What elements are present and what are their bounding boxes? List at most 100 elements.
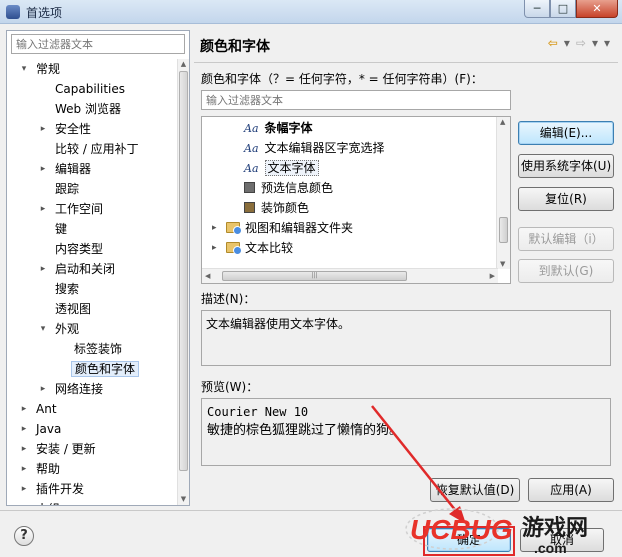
tree-item-label: 帮助 [36, 462, 61, 476]
restore-defaults-button[interactable]: 恢复默认值(D) [430, 478, 520, 502]
tree-item-label: Capabilities [55, 82, 125, 96]
description-box: 文本编辑器使用文本字体。 [201, 310, 611, 366]
collapsed-twisty-icon[interactable]: ▸ [38, 159, 48, 179]
font-icon: Aa [244, 122, 259, 135]
tree-item-label: 透视图 [55, 302, 92, 316]
tree-item-label: Ant [36, 402, 57, 416]
tree-item-label: 启动和关闭 [55, 262, 116, 276]
font-tree-item[interactable]: Aa 文本字体 [244, 158, 319, 178]
tree-item[interactable]: 标签装饰 [71, 339, 125, 359]
font-tree-item[interactable]: 装饰颜色 [244, 198, 309, 218]
help-icon[interactable]: ? [14, 526, 34, 546]
tree-item[interactable]: Capabilities [52, 79, 128, 99]
collapsed-twisty-icon[interactable]: ▸ [19, 499, 29, 505]
scroll-down-icon[interactable]: ▼ [500, 260, 505, 268]
tree-item-label: 常规 [36, 62, 61, 76]
font-tree-item[interactable]: ▸ 视图和编辑器文件夹 [212, 218, 353, 238]
tree-item[interactable]: ▸ 编辑器 [41, 159, 94, 179]
expanded-twisty-icon[interactable]: ▾ [38, 319, 48, 339]
tree-item[interactable]: 比较 / 应用补丁 [52, 139, 142, 159]
collapsed-twisty-icon[interactable]: ▸ [38, 199, 48, 219]
collapsed-twisty-icon[interactable]: ▸ [19, 479, 29, 499]
font-tree-item[interactable]: ▸ 文本比较 [212, 238, 293, 258]
collapsed-twisty-icon[interactable]: ▸ [38, 379, 48, 399]
page-title: 颜色和字体 [200, 39, 270, 55]
tree-item[interactable]: 透视图 [52, 299, 94, 319]
collapsed-twisty-icon[interactable]: ▸ [19, 419, 29, 439]
scroll-thumb[interactable]: ||| [222, 271, 407, 281]
apply-button[interactable]: 应用(A) [528, 478, 614, 502]
scroll-right-icon[interactable]: ▶ [490, 272, 495, 280]
minimize-button[interactable]: ─ [524, 0, 550, 18]
font-tree-item-label: 条幅字体 [264, 121, 313, 135]
collapsed-twisty-icon[interactable]: ▸ [38, 259, 48, 279]
expanded-twisty-icon[interactable]: ▾ [19, 59, 29, 79]
tree-item[interactable]: ▸ 安全性 [41, 119, 94, 139]
scroll-left-icon[interactable]: ◀ [205, 272, 210, 280]
forward-arrow-icon[interactable]: ⇨ [576, 36, 586, 50]
reset-button[interactable]: 复位(R) [518, 187, 614, 211]
tree-item-label: 安全性 [55, 122, 92, 136]
tree-item[interactable]: ▸ 帮助 [22, 459, 63, 479]
scroll-down-icon[interactable]: ▼ [178, 494, 189, 505]
collapsed-twisty-icon[interactable]: ▸ [38, 119, 48, 139]
color-swatch-icon [244, 182, 255, 193]
preview-font-name: Courier New 10 [207, 405, 309, 419]
tree-item[interactable]: ▸ 安装 / 更新 [22, 439, 99, 459]
tree-item-label: Java [36, 422, 62, 436]
back-menu-icon[interactable]: ▾ [564, 36, 570, 50]
collapsed-twisty-icon[interactable]: ▸ [19, 439, 29, 459]
collapsed-twisty-icon[interactable]: ▸ [212, 238, 217, 258]
use-system-font-button[interactable]: 使用系统字体(U) [518, 154, 614, 178]
edit-default-button[interactable]: 默认编辑（i） [518, 227, 614, 251]
tree-item-label: 键 [55, 222, 68, 236]
collapsed-twisty-icon[interactable]: ▸ [19, 399, 29, 419]
tree-item[interactable]: ▸ 工作空间 [41, 199, 106, 219]
tree-item[interactable]: 跟踪 [52, 179, 82, 199]
tree-item[interactable]: 搜索 [52, 279, 82, 299]
tree-filter-input[interactable] [11, 34, 185, 54]
font-tree-hscroll[interactable]: ◀ ||| ▶ [202, 268, 498, 283]
font-tree-item[interactable]: Aa 文本编辑器区字宽选择 [244, 138, 385, 158]
window-controls: ─ □ ✕ [524, 0, 618, 18]
back-arrow-icon[interactable]: ⇦ [548, 36, 558, 50]
preview-sample-text: 敏捷的棕色狐狸跳过了懒惰的狗。 [207, 423, 403, 438]
tree-item[interactable]: 颜色和字体 [71, 359, 140, 379]
scroll-thumb[interactable] [499, 217, 508, 243]
font-tree-item-label: 预选信息颜色 [261, 181, 334, 195]
forward-menu-icon[interactable]: ▾ [592, 36, 598, 50]
edit-button[interactable]: 编辑(E)... [518, 121, 614, 145]
tree-item[interactable]: ▸ 小组 [22, 499, 63, 505]
tree-item-label: 网络连接 [55, 382, 104, 396]
close-button[interactable]: ✕ [576, 0, 618, 18]
scroll-up-icon[interactable]: ▲ [500, 118, 505, 126]
view-menu-icon[interactable]: ▾ [604, 36, 610, 50]
tree-item[interactable]: ▸ 插件开发 [22, 479, 87, 499]
maximize-button[interactable]: □ [550, 0, 576, 18]
folder-icon [226, 242, 242, 255]
collapsed-twisty-icon[interactable]: ▸ [212, 218, 217, 238]
tree-item-label: 小组 [33, 502, 63, 505]
tree-item[interactable]: 键 [52, 219, 70, 239]
tree-scrollbar[interactable]: ▲ ▼ [177, 59, 189, 505]
tree-item-label: 外观 [55, 322, 80, 336]
scroll-up-icon[interactable]: ▲ [178, 59, 189, 70]
font-tree-item[interactable]: 预选信息颜色 [244, 178, 333, 198]
goto-default-button[interactable]: 到默认(G) [518, 259, 614, 283]
tree-item[interactable]: ▸ Ant [22, 399, 60, 419]
preview-label: 预览(W)： [201, 380, 259, 394]
font-tree-vscroll[interactable]: ▲ ▼ [496, 117, 510, 269]
tree-item[interactable]: ▸ 启动和关闭 [41, 259, 118, 279]
collapsed-twisty-icon[interactable]: ▸ [19, 459, 29, 479]
scroll-thumb[interactable] [179, 71, 188, 471]
tree-item[interactable]: ▸ Java [22, 419, 64, 439]
tree-item[interactable]: ▾ 外观 [41, 319, 82, 339]
title-bar: 首选项 ─ □ ✕ [0, 0, 622, 24]
tree-item[interactable]: ▾ 常规 [22, 59, 63, 79]
tree-item[interactable]: 内容类型 [52, 239, 106, 259]
font-filter-input[interactable] [201, 90, 511, 110]
tree-item[interactable]: ▸ 网络连接 [41, 379, 106, 399]
font-tree-item-label: 装饰颜色 [261, 201, 310, 215]
tree-item[interactable]: Web 浏览器 [52, 99, 124, 119]
font-tree-item[interactable]: Aa 条幅字体 [244, 118, 313, 138]
